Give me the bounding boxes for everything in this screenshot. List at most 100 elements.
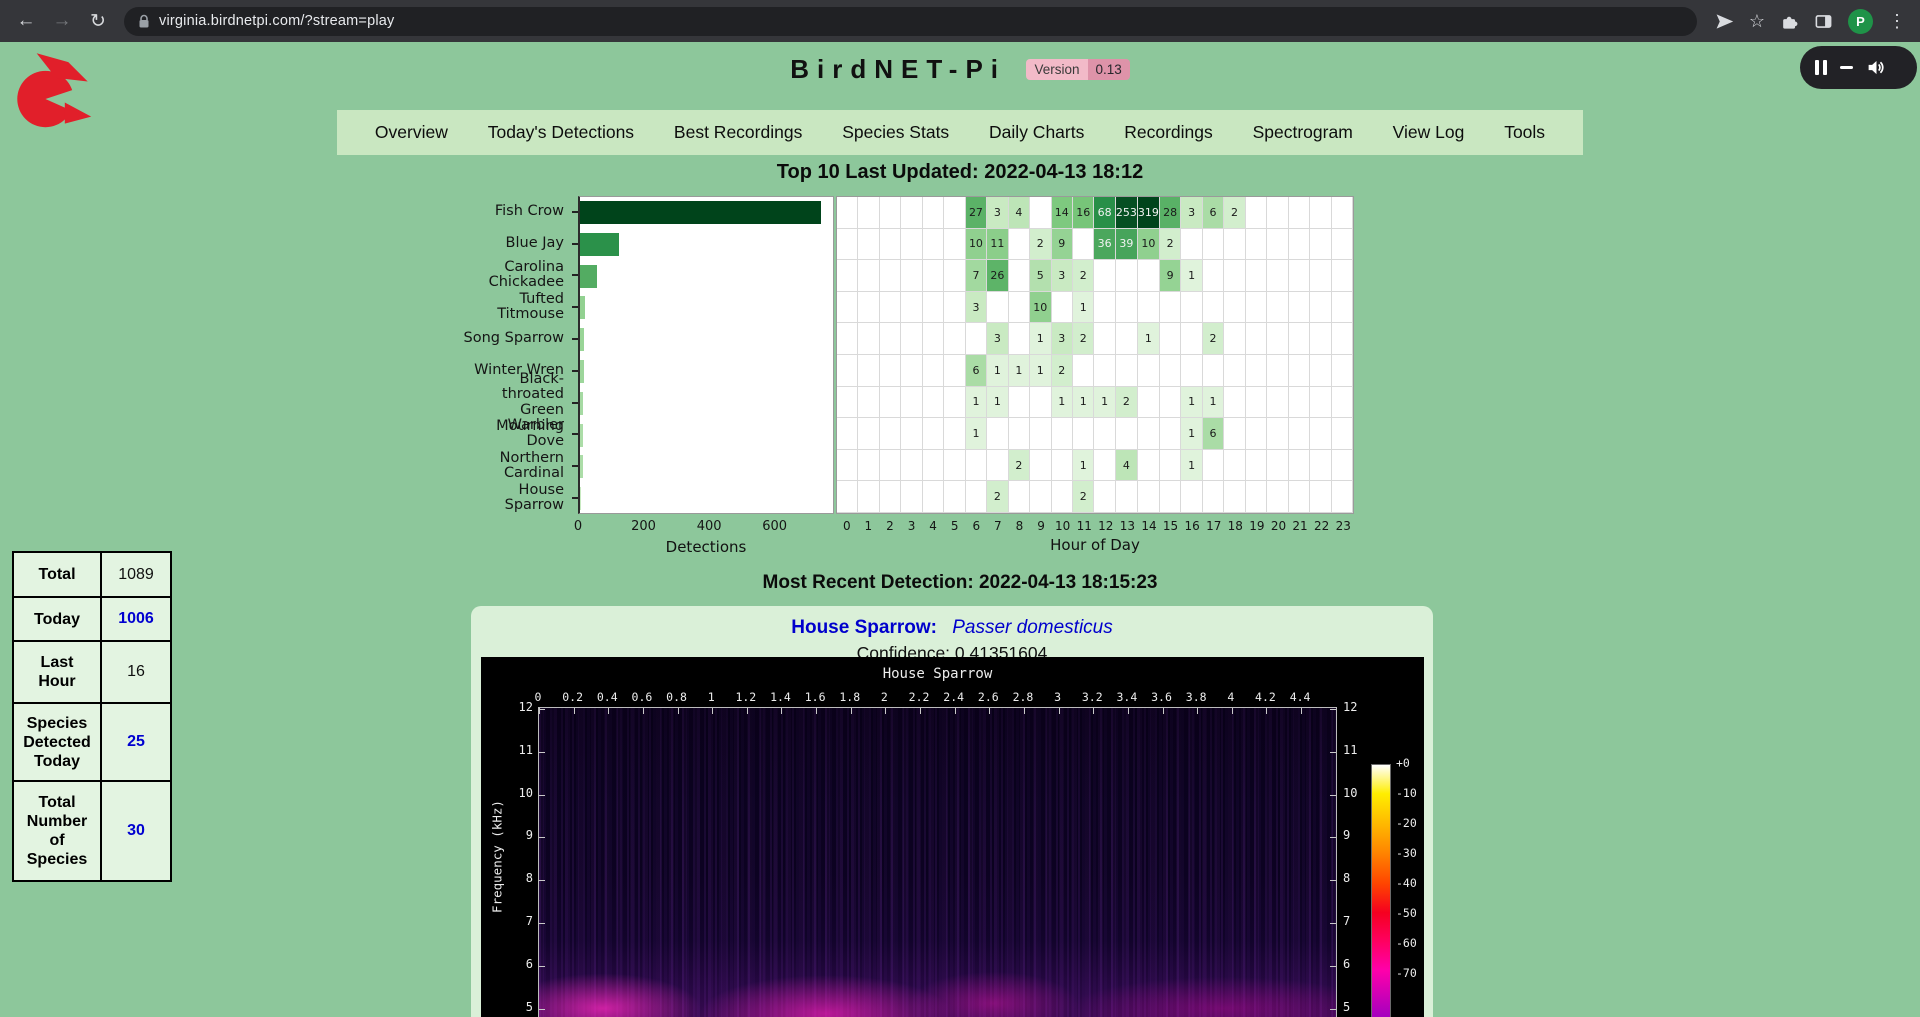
nav-item-today-s-detections[interactable]: Today's Detections	[488, 122, 634, 143]
spec-x-tick: 0	[535, 690, 542, 704]
url-text[interactable]: virginia.birdnetpi.com/?stream=play	[159, 13, 394, 29]
heatmap-cell: 3	[1052, 323, 1073, 355]
heatmap-cell	[837, 197, 858, 229]
pause-icon[interactable]	[1815, 60, 1827, 75]
bar-axis-ticks: 0200400600	[578, 519, 834, 533]
species-common-name[interactable]: House Sparrow:	[791, 617, 937, 638]
detections-bar	[580, 455, 583, 478]
stats-value[interactable]: 25	[101, 703, 171, 781]
stats-label: Today	[13, 597, 101, 641]
heatmap-cell	[1224, 323, 1245, 355]
profile-avatar[interactable]: P	[1848, 9, 1873, 34]
spectrogram-title: House Sparrow	[538, 666, 1337, 682]
bar-axis-tick: 400	[697, 519, 722, 534]
spec-y-tick: 8	[1343, 871, 1350, 885]
heatmap-cell	[1310, 418, 1331, 450]
heatmap-cell	[1332, 229, 1353, 261]
heatmap-cell	[923, 450, 944, 482]
hour-axis-tick: 13	[1120, 519, 1135, 533]
heatmap-cell	[1267, 260, 1288, 292]
heatmap-cell	[923, 229, 944, 261]
hour-axis-tick: 6	[972, 519, 980, 533]
side-panel-icon[interactable]	[1814, 12, 1833, 31]
spec-x-tick: 2	[881, 690, 888, 704]
extensions-icon[interactable]	[1780, 12, 1799, 31]
stats-value[interactable]: 30	[101, 781, 171, 881]
heatmap-cell: 2	[1116, 387, 1138, 419]
heatmap-cell	[1246, 387, 1267, 419]
spec-x-tick: 2.4	[943, 690, 964, 704]
heatmap-cell	[1332, 481, 1353, 513]
heatmap-cell	[1160, 481, 1181, 513]
heatmap-cell	[1224, 229, 1245, 261]
reload-icon[interactable]: ↻	[82, 5, 114, 37]
heatmap-cell	[1094, 418, 1115, 450]
stats-value[interactable]: 1006	[101, 597, 171, 641]
species-label: Black-throated Green Warbler	[460, 387, 572, 419]
top10-heading: Top 10 Last Updated: 2022-04-13 18:12	[0, 161, 1920, 184]
stats-label: Species Detected Today	[13, 703, 101, 781]
nav-item-view-log[interactable]: View Log	[1393, 122, 1465, 143]
spec-x-tick: 4	[1227, 690, 1234, 704]
heatmap-cell: 1	[1073, 292, 1094, 324]
nav-item-overview[interactable]: Overview	[375, 122, 448, 143]
heatmap-cell	[1203, 260, 1224, 292]
species-scientific-name[interactable]: Passer domesticus	[952, 617, 1113, 638]
x-tick-mark	[712, 708, 713, 714]
heatmap-cell	[923, 197, 944, 229]
menu-icon[interactable]: ⋮	[1888, 11, 1906, 32]
heatmap-cell	[1246, 197, 1267, 229]
heatmap-cell	[1332, 197, 1353, 229]
detections-bar	[580, 296, 585, 319]
hour-axis-tick: 22	[1314, 519, 1329, 533]
back-icon[interactable]: ←	[10, 5, 42, 37]
heatmap-cell	[1224, 387, 1245, 419]
heatmap-cell	[944, 355, 965, 387]
nav-item-spectrogram[interactable]: Spectrogram	[1253, 122, 1353, 143]
spec-x-tick: 0.4	[597, 690, 618, 704]
url-bar[interactable]: virginia.birdnetpi.com/?stream=play	[124, 7, 1697, 36]
heatmap-cell	[923, 481, 944, 513]
heatmap-cell	[944, 260, 965, 292]
spec-x-tick: 1.8	[839, 690, 860, 704]
nav-item-daily-charts[interactable]: Daily Charts	[989, 122, 1084, 143]
heatmap-cell: 2	[1073, 260, 1094, 292]
volume-icon[interactable]	[1866, 57, 1887, 78]
heatmap-cell	[944, 387, 965, 419]
heatmap-cell: 2	[987, 481, 1008, 513]
audio-player[interactable]	[1800, 46, 1917, 89]
bookmark-star-icon[interactable]: ☆	[1749, 11, 1765, 32]
heatmap-cell	[1289, 323, 1310, 355]
hour-axis-tick: 23	[1336, 519, 1351, 533]
hour-axis-tick: 9	[1037, 519, 1045, 533]
heatmap-cell	[1181, 481, 1202, 513]
heatmap-cell: 1	[966, 387, 987, 419]
nav-item-recordings[interactable]: Recordings	[1124, 122, 1213, 143]
hour-axis-tick: 4	[929, 519, 937, 533]
detections-bar	[580, 201, 821, 224]
y-tick-mark	[1330, 966, 1336, 967]
x-tick-mark	[747, 708, 748, 714]
heatmap-cell	[923, 355, 944, 387]
heatmap-cell: 10	[966, 229, 987, 261]
nav-item-tools[interactable]: Tools	[1504, 122, 1545, 143]
nav-item-best-recordings[interactable]: Best Recordings	[674, 122, 802, 143]
stats-value: 16	[101, 641, 171, 703]
heatmap-cell: 2	[1160, 229, 1181, 261]
spec-x-tick: 2.8	[1013, 690, 1034, 704]
heatmap-cell: 1	[1138, 323, 1160, 355]
heatmap-cell: 319	[1138, 197, 1160, 229]
heatmap-cell	[987, 450, 1008, 482]
nav-item-species-stats[interactable]: Species Stats	[842, 122, 949, 143]
hour-axis-tick: 20	[1271, 519, 1286, 533]
species-label: Mourning Dove	[460, 419, 572, 451]
hour-axis-ticks: 01234567891011121314151617181920212223	[836, 519, 1354, 532]
forward-icon[interactable]: →	[46, 5, 78, 37]
seek-bar[interactable]	[1840, 66, 1853, 69]
heatmap-cell: 1	[1094, 387, 1115, 419]
colorbar-tick: -20	[1396, 816, 1417, 830]
bar-axis-tick: 0	[574, 519, 582, 534]
send-icon[interactable]	[1715, 12, 1734, 31]
heatmap-cell: 1	[1073, 450, 1094, 482]
y-tick-mark	[1330, 795, 1336, 796]
